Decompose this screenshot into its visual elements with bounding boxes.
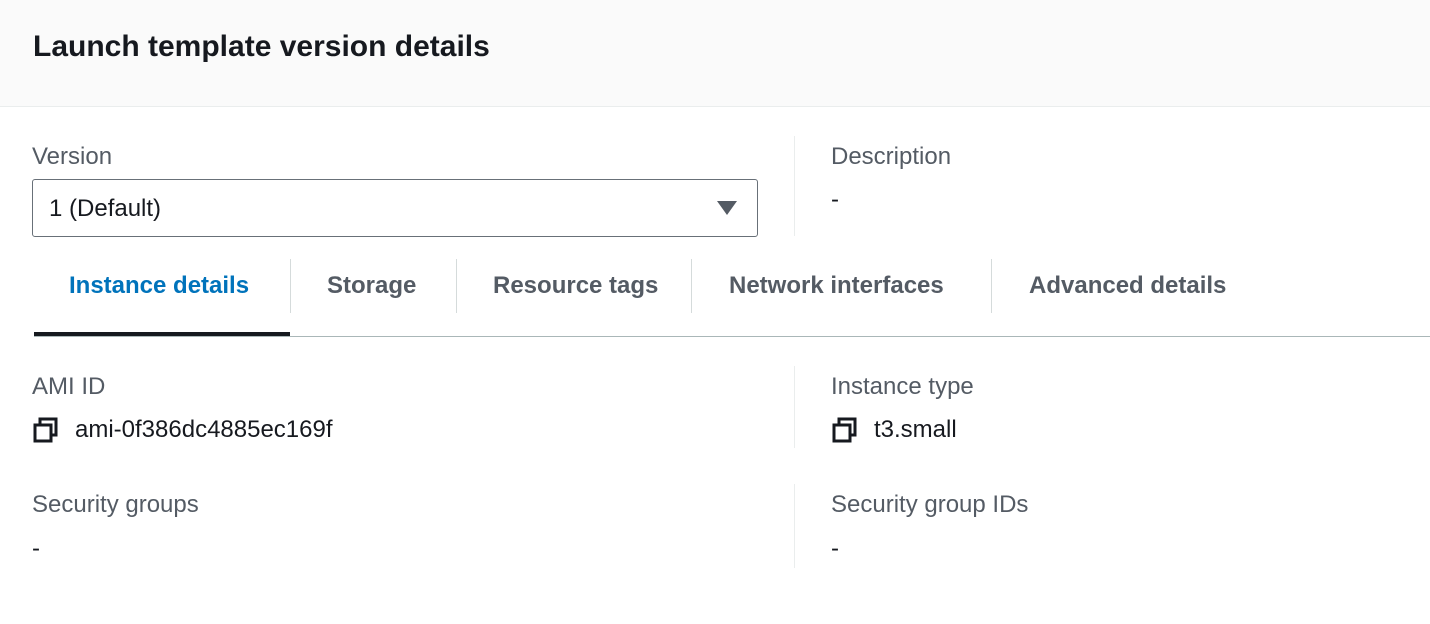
security-group-ids-value: - (831, 535, 839, 562)
security-groups-label: Security groups (32, 491, 199, 518)
tab-label: Instance details (69, 272, 250, 299)
column-divider (794, 366, 795, 448)
description-value: - (831, 186, 839, 213)
tab-label: Advanced details (1029, 272, 1227, 299)
tab-label: Network interfaces (729, 272, 944, 299)
description-label: Description (831, 143, 952, 170)
panel-header: Launch template version details (0, 0, 1430, 107)
instance-type-value: t3.small (874, 416, 957, 443)
tab-bar-border (34, 336, 1430, 337)
tab-bar: Instance details Storage Resource tags N… (0, 258, 1430, 338)
tab-label: Resource tags (493, 272, 659, 299)
security-groups-value: - (32, 535, 40, 562)
tab-resource-tags[interactable]: Resource tags (457, 258, 691, 336)
instance-type-label: Instance type (831, 373, 974, 400)
column-divider (794, 484, 795, 568)
version-select[interactable]: 1 (Default) (32, 179, 758, 237)
tab-label: Storage (327, 272, 417, 299)
copy-icon[interactable] (831, 416, 859, 444)
version-select-value: 1 (Default) (49, 195, 162, 222)
tab-instance-details[interactable]: Instance details (34, 258, 290, 336)
ami-id-value: ami-0f386dc4885ec169f (75, 416, 333, 443)
caret-down-icon (717, 201, 737, 215)
copy-icon[interactable] (32, 416, 60, 444)
page-title: Launch template version details (33, 30, 490, 63)
security-group-ids-label: Security group IDs (831, 491, 1029, 518)
ami-id-label: AMI ID (32, 373, 106, 400)
tab-advanced-details[interactable]: Advanced details (992, 258, 1272, 336)
tab-storage[interactable]: Storage (291, 258, 456, 336)
version-label: Version (32, 143, 113, 170)
tab-network-interfaces[interactable]: Network interfaces (692, 258, 991, 336)
column-divider (794, 136, 795, 236)
